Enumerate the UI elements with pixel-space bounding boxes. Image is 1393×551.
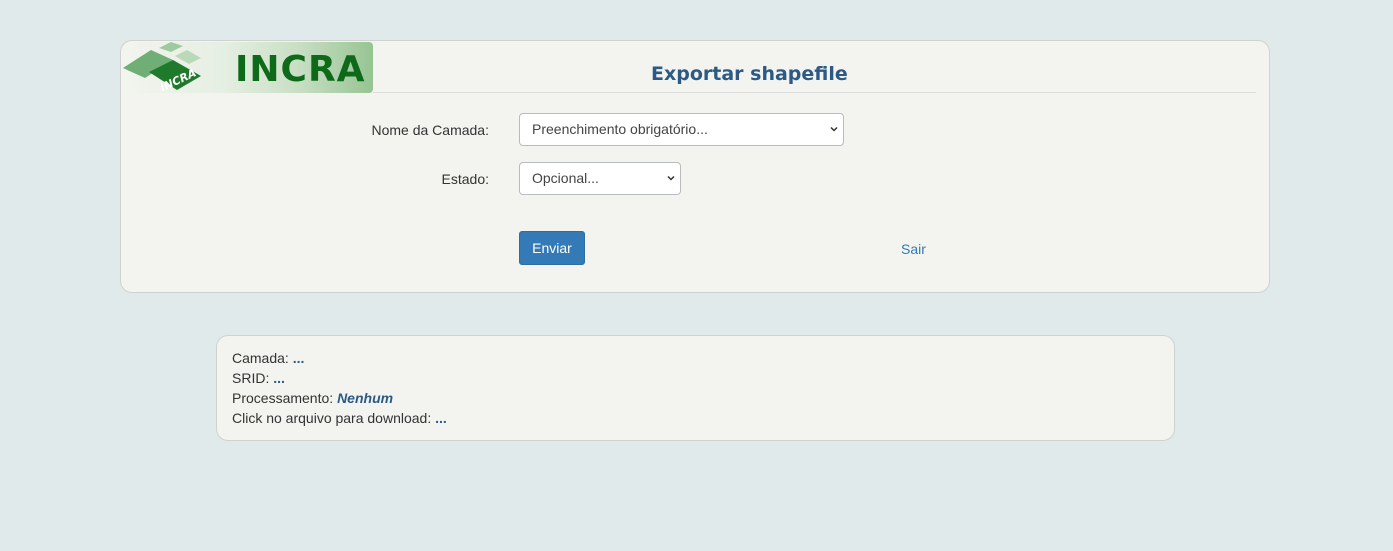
camada-status-row: Camada: ... [232,348,1159,368]
estado-select[interactable]: Opcional... [519,162,681,195]
camada-status-value: ... [292,350,305,366]
camada-label: Nome da Camada: [371,122,489,138]
sair-link[interactable]: Sair [901,241,926,257]
status-panel: Camada: ... SRID: ... Processamento: Nen… [216,335,1175,441]
camada-status-label: Camada: [232,350,289,366]
incra-logo: INCRA INCRA [121,42,373,93]
chevron-down-icon [667,175,675,181]
download-status-value[interactable]: ... [435,410,447,426]
download-status-label: Click no arquivo para download: [232,410,432,426]
srid-status-row: SRID: ... [232,368,1159,388]
download-status-row: Click no arquivo para download: ... [232,408,1159,428]
processamento-status-row: Processamento: Nenhum [232,388,1159,408]
logo-text: INCRA [235,49,366,90]
estado-label: Estado: [441,171,489,187]
camada-select[interactable]: Preenchimento obrigatório... [519,113,844,146]
export-form-panel: INCRA INCRA Exportar shapefile Nome da C… [120,40,1270,293]
incra-emblem-icon: INCRA [123,42,201,93]
srid-status-value: ... [273,370,285,386]
srid-status-label: SRID: [232,370,270,386]
enviar-button[interactable]: Enviar [519,231,585,265]
chevron-down-icon [830,126,838,132]
page-title: Exportar shapefile [651,63,848,85]
processamento-status-label: Processamento: [232,390,334,406]
camada-select-value: Preenchimento obrigatório... [532,121,708,137]
estado-select-value: Opcional... [532,170,599,186]
processamento-status-value: Nenhum [337,390,394,406]
title-divider [373,92,1256,93]
